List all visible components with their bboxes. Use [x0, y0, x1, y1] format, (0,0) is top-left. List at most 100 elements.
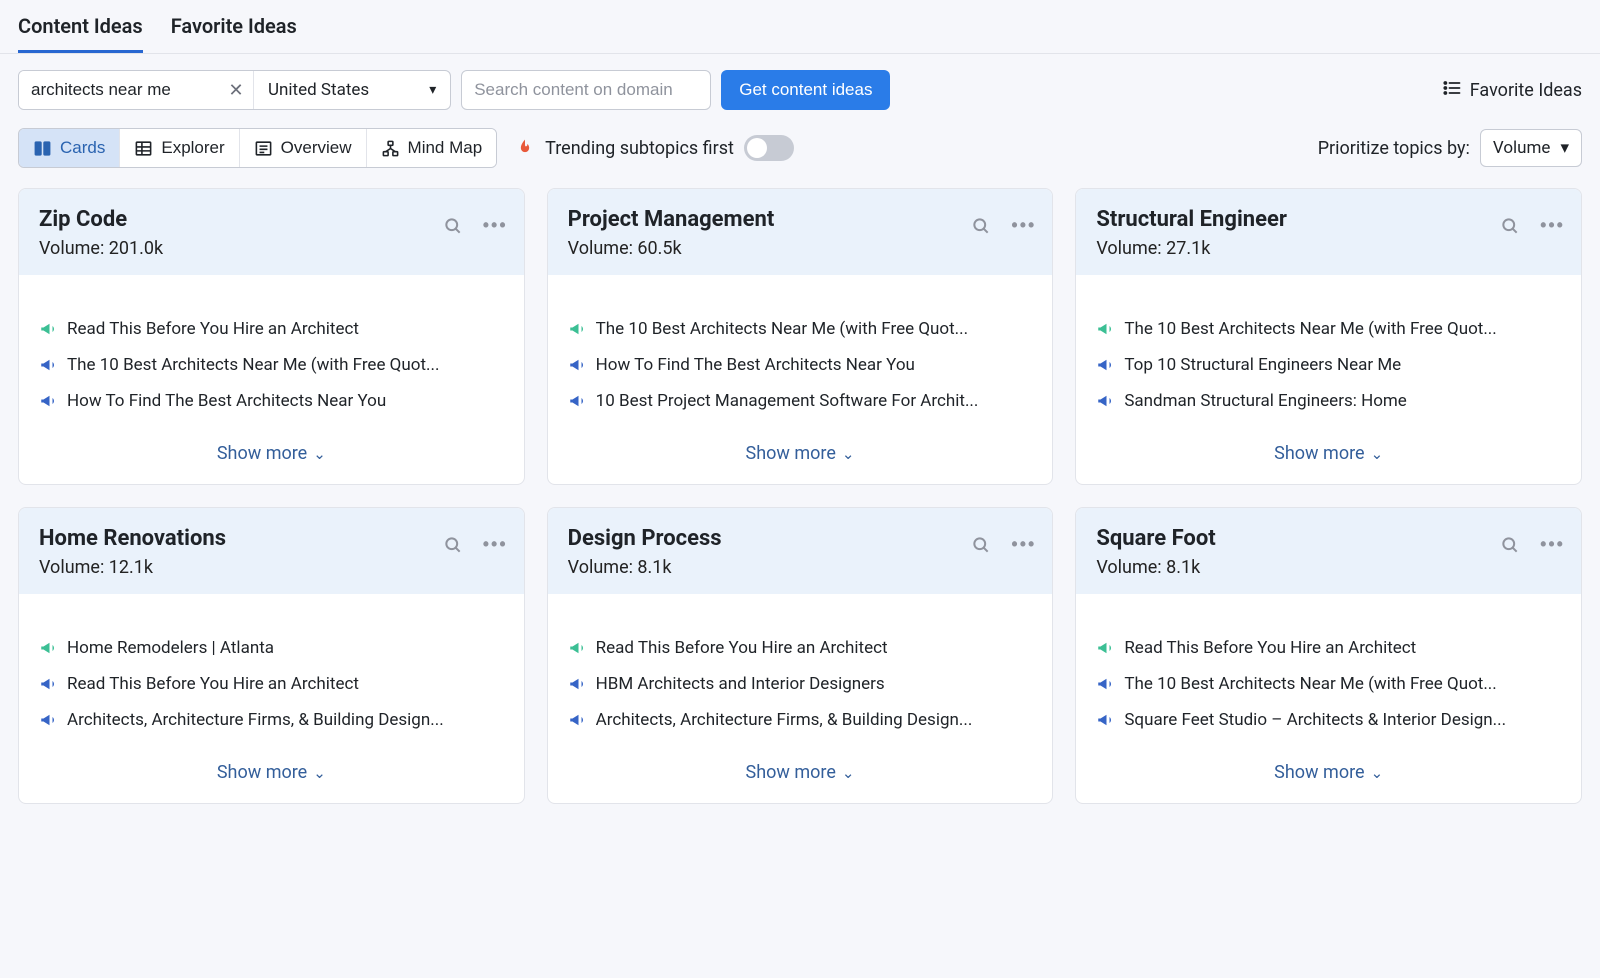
show-more-link[interactable]: Show more ⌄ — [746, 443, 855, 464]
country-select[interactable]: United States ▾ — [254, 71, 450, 109]
more-icon: ••• — [1011, 215, 1036, 236]
view-mode-group: Cards Explorer Overview Mind Map — [18, 128, 497, 168]
search-icon — [971, 216, 991, 236]
idea-row[interactable]: Read This Before You Hire an Architect — [1096, 630, 1561, 666]
view-cards-button[interactable]: Cards — [19, 129, 120, 167]
view-overview-button[interactable]: Overview — [240, 129, 367, 167]
chevron-down-icon: ⌄ — [842, 764, 855, 782]
prioritize-label: Prioritize topics by: — [1318, 138, 1470, 159]
card-body: The 10 Best Architects Near Me (with Fre… — [1076, 275, 1581, 429]
card-search-button[interactable] — [1498, 532, 1522, 557]
trending-toggle[interactable] — [744, 135, 794, 161]
show-more-label: Show more — [217, 443, 307, 464]
card-search-button[interactable] — [969, 213, 993, 238]
search-icon — [1500, 216, 1520, 236]
toggle-knob — [747, 138, 767, 158]
list-icon — [1442, 78, 1462, 103]
idea-label: Sandman Structural Engineers: Home — [1124, 391, 1406, 411]
card-search-button[interactable] — [441, 532, 465, 557]
idea-row[interactable]: Read This Before You Hire an Architect — [568, 630, 1033, 666]
card-more-button[interactable]: ••• — [1538, 532, 1567, 557]
idea-row[interactable]: The 10 Best Architects Near Me (with Fre… — [1096, 311, 1561, 347]
card-actions: ••• — [1498, 213, 1567, 238]
domain-search-input[interactable] — [461, 70, 711, 110]
card-search-button[interactable] — [969, 532, 993, 557]
bullhorn-icon — [39, 675, 57, 693]
keyword-country-group: ✕ United States ▾ — [18, 70, 451, 110]
tab-content-ideas[interactable]: Content Ideas — [18, 0, 143, 53]
chevron-down-icon: ⌄ — [1371, 764, 1384, 782]
card-body: Read This Before You Hire an Architect H… — [548, 594, 1053, 748]
idea-row[interactable]: Read This Before You Hire an Architect — [39, 311, 504, 347]
bullhorn-icon — [39, 356, 57, 374]
idea-row[interactable]: HBM Architects and Interior Designers — [568, 666, 1033, 702]
card-title: Project Management — [568, 207, 1033, 232]
show-more-link[interactable]: Show more ⌄ — [217, 443, 326, 464]
card-header: Structural Engineer Volume: 27.1k ••• — [1076, 189, 1581, 275]
card-header: Zip Code Volume: 201.0k ••• — [19, 189, 524, 275]
view-mind-map-button[interactable]: Mind Map — [367, 129, 497, 167]
card-actions: ••• — [969, 532, 1038, 557]
show-more-link[interactable]: Show more ⌄ — [1274, 443, 1383, 464]
view-mind-map-label: Mind Map — [408, 138, 483, 158]
bullhorn-icon — [568, 639, 586, 657]
card-search-button[interactable] — [441, 213, 465, 238]
card-more-button[interactable]: ••• — [481, 213, 510, 238]
idea-label: How To Find The Best Architects Near You — [596, 355, 915, 375]
card-actions: ••• — [1498, 532, 1567, 557]
idea-row[interactable]: 10 Best Project Management Software For … — [568, 383, 1033, 419]
clear-keyword-button[interactable]: ✕ — [219, 71, 253, 109]
table-icon — [134, 139, 153, 158]
trending-toggle-group: Trending subtopics first — [515, 135, 794, 161]
bullhorn-icon — [39, 639, 57, 657]
idea-label: How To Find The Best Architects Near You — [67, 391, 386, 411]
card-footer: Show more ⌄ — [19, 429, 524, 484]
favorite-ideas-link-label: Favorite Ideas — [1470, 80, 1582, 101]
card-search-button[interactable] — [1498, 213, 1522, 238]
idea-label: HBM Architects and Interior Designers — [596, 674, 885, 694]
keyword-input[interactable] — [19, 71, 219, 109]
prioritize-select[interactable]: Volume ▾ — [1480, 129, 1582, 167]
show-more-link[interactable]: Show more ⌄ — [217, 762, 326, 783]
bullhorn-icon — [568, 711, 586, 729]
idea-row[interactable]: Square Feet Studio – Architects & Interi… — [1096, 702, 1561, 738]
card-more-button[interactable]: ••• — [1009, 213, 1038, 238]
favorite-ideas-link[interactable]: Favorite Ideas — [1442, 78, 1582, 103]
topic-card: Design Process Volume: 8.1k ••• Read Thi… — [547, 507, 1054, 804]
card-more-button[interactable]: ••• — [1009, 532, 1038, 557]
idea-row[interactable]: How To Find The Best Architects Near You — [568, 347, 1033, 383]
card-more-button[interactable]: ••• — [1538, 213, 1567, 238]
idea-row[interactable]: Architects, Architecture Firms, & Buildi… — [568, 702, 1033, 738]
idea-row[interactable]: The 10 Best Architects Near Me (with Fre… — [568, 311, 1033, 347]
idea-row[interactable]: Read This Before You Hire an Architect — [39, 666, 504, 702]
get-content-ideas-button[interactable]: Get content ideas — [721, 70, 890, 110]
tab-favorite-ideas[interactable]: Favorite Ideas — [171, 0, 297, 53]
idea-label: The 10 Best Architects Near Me (with Fre… — [67, 355, 439, 375]
show-more-link[interactable]: Show more ⌄ — [746, 762, 855, 783]
idea-row[interactable]: Architects, Architecture Firms, & Buildi… — [39, 702, 504, 738]
show-more-link[interactable]: Show more ⌄ — [1274, 762, 1383, 783]
bullhorn-icon — [1096, 675, 1114, 693]
card-volume: Volume: 27.1k — [1096, 238, 1561, 259]
idea-row[interactable]: The 10 Best Architects Near Me (with Fre… — [1096, 666, 1561, 702]
card-body: The 10 Best Architects Near Me (with Fre… — [548, 275, 1053, 429]
idea-row[interactable]: The 10 Best Architects Near Me (with Fre… — [39, 347, 504, 383]
card-body: Home Remodelers | Atlanta Read This Befo… — [19, 594, 524, 748]
topic-card: Structural Engineer Volume: 27.1k ••• Th… — [1075, 188, 1582, 485]
chevron-down-icon: ▾ — [1560, 138, 1569, 158]
card-actions: ••• — [441, 213, 510, 238]
bullhorn-icon — [39, 392, 57, 410]
card-more-button[interactable]: ••• — [481, 532, 510, 557]
card-volume: Volume: 201.0k — [39, 238, 504, 259]
overview-icon — [254, 139, 273, 158]
search-icon — [443, 216, 463, 236]
card-volume: Volume: 60.5k — [568, 238, 1033, 259]
idea-row[interactable]: Home Remodelers | Atlanta — [39, 630, 504, 666]
idea-row[interactable]: Top 10 Structural Engineers Near Me — [1096, 347, 1561, 383]
idea-row[interactable]: Sandman Structural Engineers: Home — [1096, 383, 1561, 419]
prioritize-value: Volume — [1493, 138, 1551, 158]
more-icon: ••• — [1011, 534, 1036, 555]
view-explorer-button[interactable]: Explorer — [120, 129, 239, 167]
idea-row[interactable]: How To Find The Best Architects Near You — [39, 383, 504, 419]
idea-label: Read This Before You Hire an Architect — [1124, 638, 1416, 658]
